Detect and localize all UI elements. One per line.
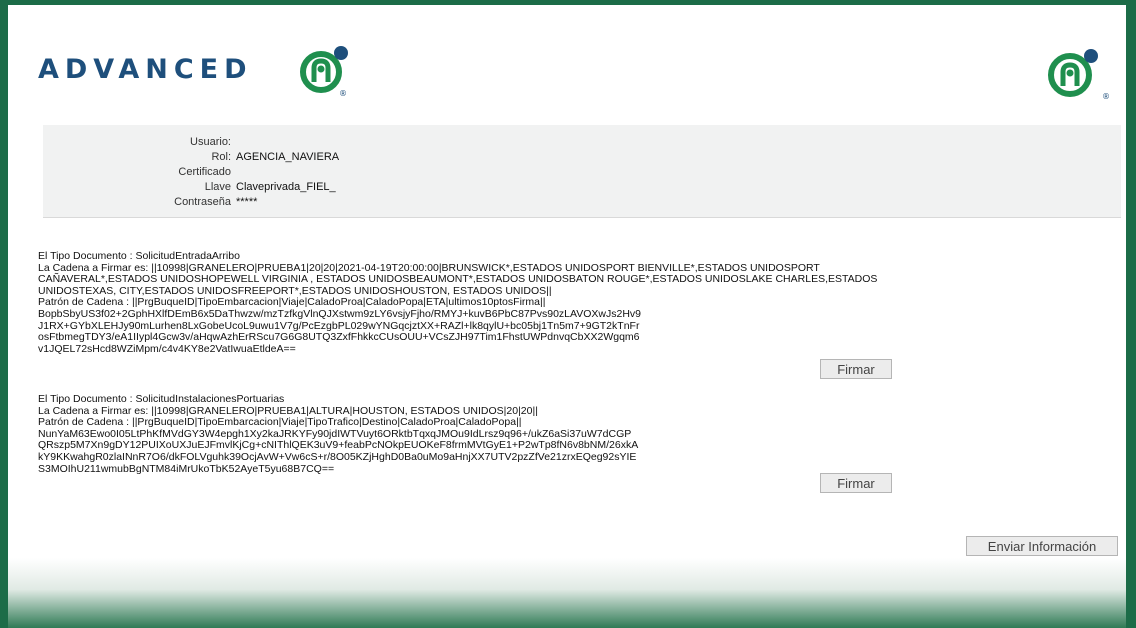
brand-name: ADVANCED xyxy=(38,54,253,85)
llave-label: Llave xyxy=(204,181,231,193)
enviar-informacion-button[interactable]: Enviar Información xyxy=(966,536,1118,556)
firma-line: BopbSbyUS3f02+2GphHXlfDEmB6x5DaThwzw/mzT… xyxy=(38,307,642,320)
llave-value: Claveprivada_FIEL_ xyxy=(236,181,336,193)
advanced-logo-right-icon: ® xyxy=(1048,49,1110,101)
firma-line: v1JQEL72sHcd8WZiMpm/c4v4KY8e2VatIwuaEtld… xyxy=(38,342,296,355)
contrasena-value: ***** xyxy=(236,196,258,208)
window-frame-left xyxy=(0,0,8,628)
registered-mark: ® xyxy=(339,89,347,98)
advanced-logo-mark-icon: ® xyxy=(300,46,348,98)
llave-row: Llave Claveprivada_FIEL_ xyxy=(43,181,1121,197)
firmar-button-entrada-arribo[interactable]: Firmar xyxy=(820,359,892,379)
page-content: ADVANCED ® ® Usuario: Rol: AGENCIA_NAVIE… xyxy=(8,5,1126,565)
certificado-label: Certificado xyxy=(178,166,231,178)
window-frame-right xyxy=(1126,0,1136,628)
usuario-row: Usuario: xyxy=(43,136,1121,152)
document-type: El Tipo Documento : SolicitudEntradaArri… xyxy=(38,250,240,262)
contrasena-label: Contraseña xyxy=(174,196,231,208)
document-block-instalaciones-portuarias: El Tipo Documento : SolicitudInstalacion… xyxy=(38,393,1088,475)
firma-line: S3MOIhU211wmubBgNTM84iMrUkoTbK52AyeT5yu6… xyxy=(38,462,335,475)
document-block-entrada-arribo: El Tipo Documento : SolicitudEntradaArri… xyxy=(38,250,1088,355)
rol-label: Rol: xyxy=(211,151,231,163)
rol-value: AGENCIA_NAVIERA xyxy=(236,151,340,163)
firma-line: kY9KKwahgR0zlaINnR7O6/dkFOLVguhk39OcjAvW… xyxy=(38,450,637,463)
usuario-label: Usuario: xyxy=(190,136,231,148)
certificado-row: Certificado xyxy=(43,166,1121,182)
rol-row: Rol: AGENCIA_NAVIERA xyxy=(43,151,1121,167)
user-info-panel: Usuario: Rol: AGENCIA_NAVIERA Certificad… xyxy=(43,125,1121,218)
contrasena-row: Contraseña ***** xyxy=(43,196,1121,212)
firmar-button-instalaciones-portuarias[interactable]: Firmar xyxy=(820,473,892,493)
window-frame-bottom xyxy=(8,558,1126,628)
registered-mark-right: ® xyxy=(1102,92,1110,101)
document-type: El Tipo Documento : SolicitudInstalacion… xyxy=(38,393,285,405)
firma-line: osFtbmegTDY3/eA1IIypl4Gcw3v/aHqwAzhErRSc… xyxy=(38,331,640,344)
